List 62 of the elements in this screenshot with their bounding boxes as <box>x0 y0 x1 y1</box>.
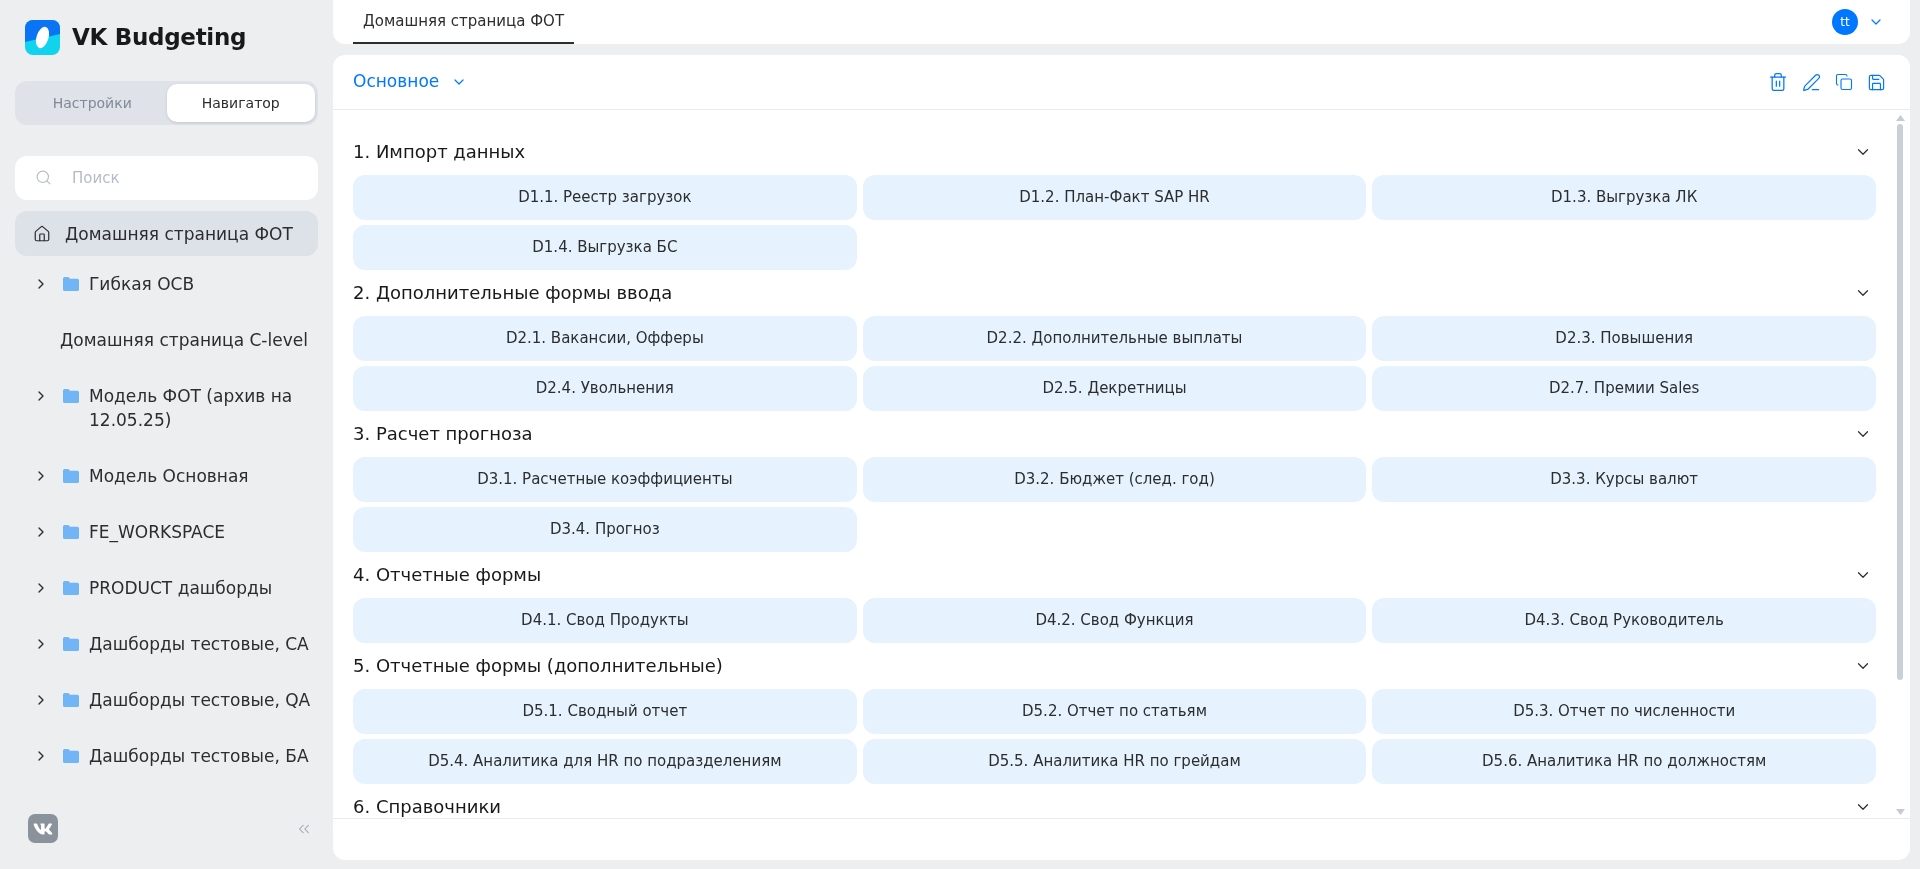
sidebar-item[interactable]: PRODUCT дашборды <box>15 560 318 616</box>
section-title: 2. Дополнительные формы ввода <box>353 281 673 305</box>
folder-icon <box>63 637 79 651</box>
form-button[interactable]: D2.7. Премии Sales <box>1372 366 1876 411</box>
form-button[interactable]: D3.4. Прогноз <box>353 507 857 552</box>
scrollbar-thumb[interactable] <box>1897 124 1903 680</box>
form-button[interactable]: D3.3. Курсы валют <box>1372 457 1876 502</box>
form-button[interactable]: D1.4. Выгрузка БС <box>353 225 857 270</box>
form-button[interactable]: D2.1. Вакансии, Офферы <box>353 316 857 361</box>
form-button[interactable]: D1.3. Выгрузка ЛК <box>1372 175 1876 220</box>
section-title: 5. Отчетные формы (дополнительные) <box>353 654 723 678</box>
folder-icon <box>63 749 79 763</box>
form-button[interactable]: D5.5. Аналитика HR по грейдам <box>862 739 1367 784</box>
home-icon <box>33 224 51 243</box>
folder-icon <box>63 389 79 403</box>
form-button[interactable]: D5.3. Отчет по численности <box>1372 689 1876 734</box>
form-button[interactable]: D1.1. Реестр загрузок <box>353 175 857 220</box>
section-title: 4. Отчетные формы <box>353 563 542 587</box>
form-button[interactable]: D5.4. Аналитика для HR по подразделениям <box>353 739 857 784</box>
folder-icon <box>63 525 79 539</box>
form-button[interactable]: D2.5. Декретницы <box>862 366 1367 411</box>
search-field[interactable]: Поиск <box>15 156 318 200</box>
sidebar-item[interactable]: Гибкая ОСВ <box>15 256 318 312</box>
form-button[interactable]: D5.2. Отчет по статьям <box>862 689 1367 734</box>
form-button[interactable]: D4.3. Свод Руководитель <box>1372 598 1876 643</box>
form-button[interactable]: D5.6. Аналитика HR по должностям <box>1372 739 1876 784</box>
form-button[interactable]: D5.1. Сводный отчет <box>353 689 857 734</box>
form-button[interactable]: D4.1. Свод Продукты <box>353 598 857 643</box>
sidebar-item[interactable]: Модель ФОТ (архив на 12.05.25) <box>15 368 318 448</box>
sidebar-item[interactable]: Домашняя страница ФОТ <box>15 211 318 256</box>
sidebar-item[interactable]: Домашняя страница C-level <box>15 312 318 368</box>
form-button[interactable]: D2.4. Увольнения <box>353 366 857 411</box>
user-avatar[interactable]: tt <box>1832 9 1858 35</box>
form-button[interactable]: D1.2. План-Факт SAP HR <box>862 175 1367 220</box>
sidebar-item[interactable]: Модель Основная <box>15 448 318 504</box>
trash-icon[interactable] <box>1768 72 1788 92</box>
pencil-icon[interactable] <box>1802 72 1821 92</box>
folder-icon <box>63 693 79 707</box>
section-title: 6. Справочники <box>353 795 501 818</box>
page-tab[interactable]: Домашняя страница ФОТ <box>353 0 575 44</box>
form-button[interactable]: D3.1. Расчетные коэффициенты <box>353 457 857 502</box>
search-icon <box>35 169 52 186</box>
sidebar-item[interactable]: Дашборды тестовые, QA <box>15 672 318 728</box>
form-button[interactable]: D2.3. Повышения <box>1372 316 1876 361</box>
app-logo-icon <box>25 20 60 55</box>
sidebar-item[interactable]: Дашборды тестовые, СА <box>15 616 318 672</box>
folder-icon <box>63 277 79 291</box>
view-selector[interactable]: Основное <box>353 69 468 95</box>
section-title: 1. Импорт данных <box>353 140 526 164</box>
section-title: 3. Расчет прогноза <box>353 422 533 446</box>
sidebar-item[interactable]: Дашборды тестовые, БА <box>15 728 318 784</box>
form-button[interactable]: D2.2. Дополнительные выплаты <box>862 316 1367 361</box>
sidebar-item[interactable]: FE_WORKSPACE <box>15 504 318 560</box>
folder-icon <box>63 469 79 483</box>
form-button[interactable]: D3.2. Бюджет (след. год) <box>862 457 1367 502</box>
vk-logo-icon <box>28 814 58 843</box>
copy-icon[interactable] <box>1835 73 1853 91</box>
folder-icon <box>63 581 79 595</box>
app-title: VK Budgeting <box>72 23 247 53</box>
form-button[interactable]: D4.2. Свод Функция <box>862 598 1367 643</box>
sidebar-tab[interactable]: Навигатор <box>166 84 315 122</box>
save-icon[interactable] <box>1867 72 1886 92</box>
